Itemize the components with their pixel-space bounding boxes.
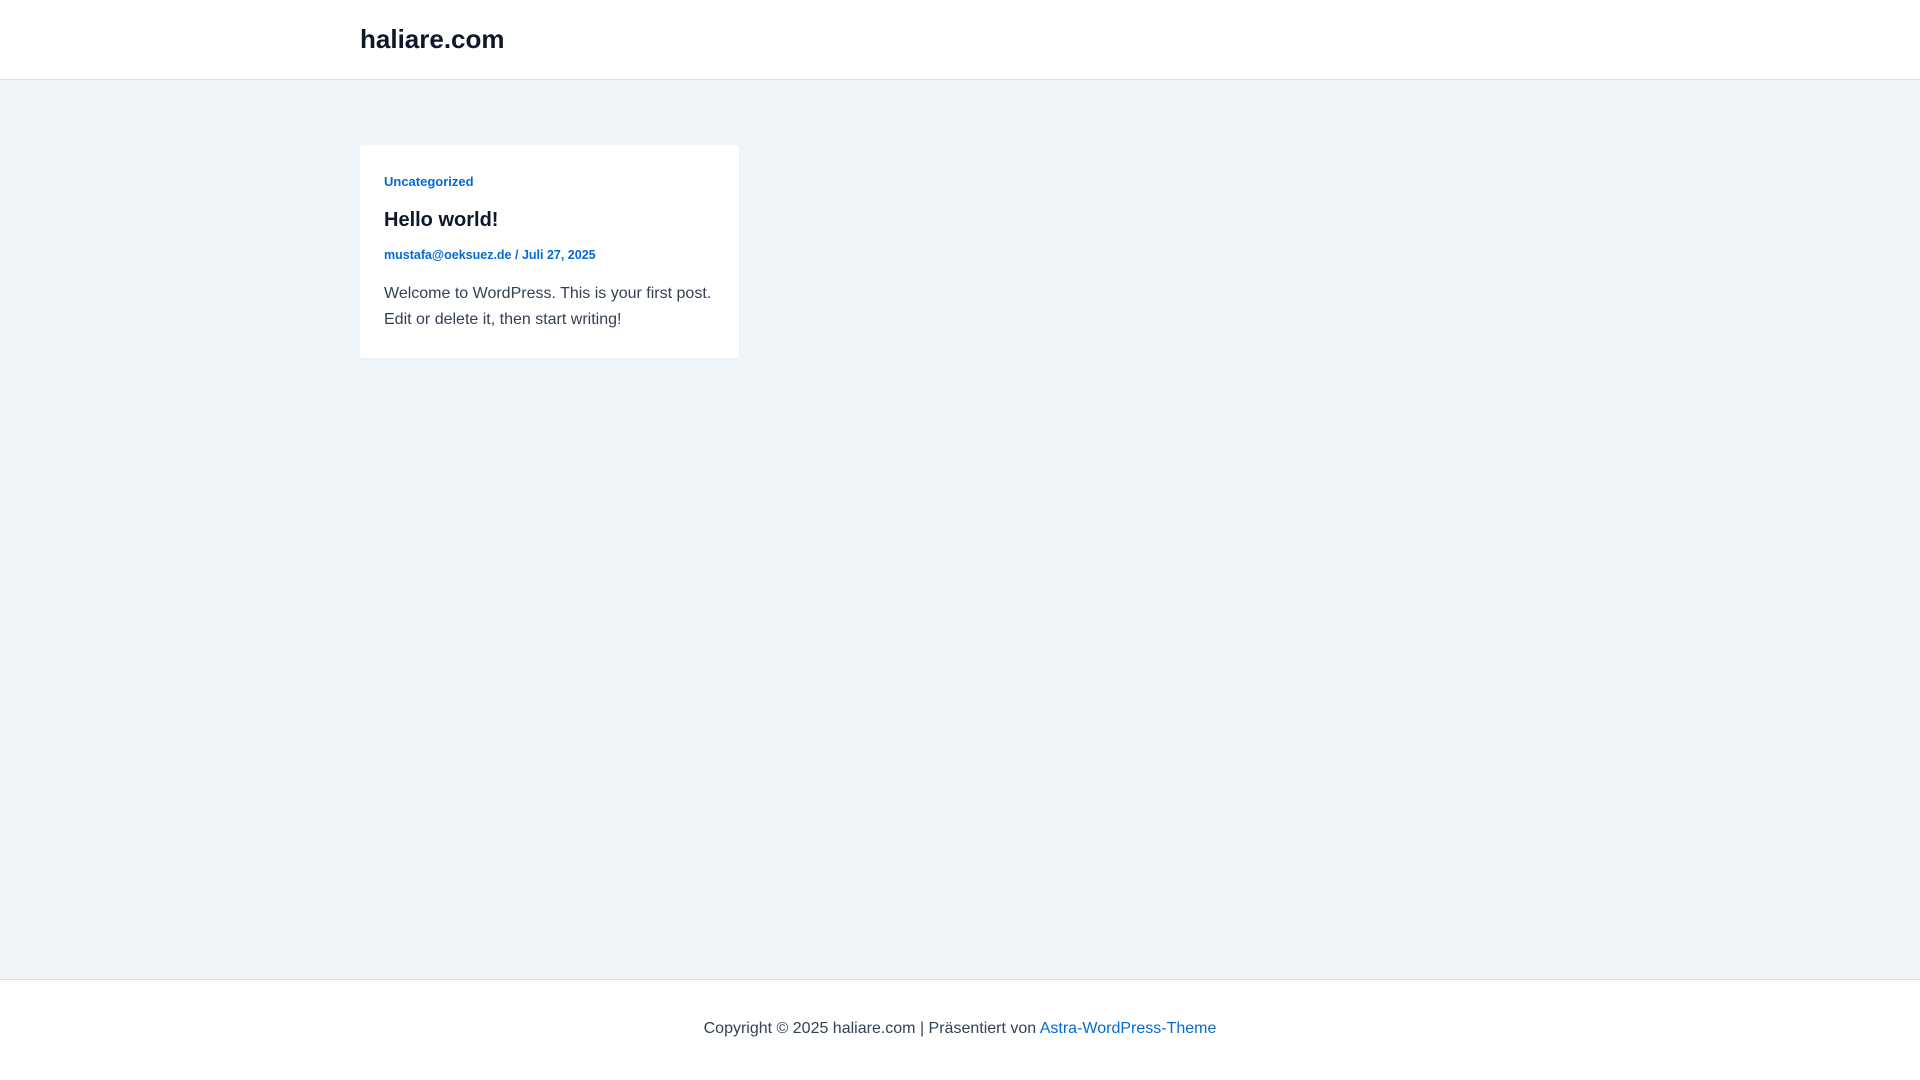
theme-link[interactable]: Astra-WordPress-Theme bbox=[1040, 1020, 1217, 1037]
post-excerpt: Welcome to WordPress. This is your first… bbox=[384, 285, 712, 328]
post-title: Hello world! bbox=[384, 207, 498, 233]
site-title-link[interactable]: haliare.com bbox=[360, 22, 505, 56]
meta-separator: / bbox=[511, 248, 522, 262]
post-category-link[interactable]: Uncategorized bbox=[384, 174, 474, 190]
footer-credit: Copyright © 2025 haliare.com | Präsentie… bbox=[0, 1018, 1920, 1040]
site-header: haliare.com bbox=[0, 0, 1920, 80]
main-content: Uncategorized Hello world! mustafa@oeksu… bbox=[0, 80, 1920, 979]
post-date: Juli 27, 2025 bbox=[521, 248, 596, 262]
post-card: Uncategorized Hello world! mustafa@oeksu… bbox=[360, 145, 739, 358]
post-title-link[interactable]: Hello world! bbox=[384, 209, 498, 231]
post-author-link[interactable]: mustafa@oeksuez.de bbox=[384, 248, 512, 262]
footer-copyright: Copyright © 2025 haliare.com | Präsentie… bbox=[703, 1020, 1040, 1037]
site-footer: Copyright © 2025 haliare.com | Präsentie… bbox=[0, 979, 1920, 1080]
post-meta: mustafa@oeksuez.de / Juli 27, 2025 bbox=[384, 247, 596, 263]
